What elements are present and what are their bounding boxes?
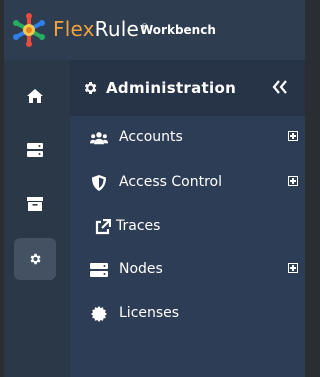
menu-item-accounts[interactable]: Accounts xyxy=(70,120,305,156)
brand-flex: Flex xyxy=(53,17,95,41)
menu-label-accounts: Accounts xyxy=(119,129,183,145)
admin-panel-header: Administration xyxy=(70,60,305,116)
expand-icon[interactable] xyxy=(288,176,298,186)
external-link-icon xyxy=(94,218,112,236)
admin-panel: Administration Accounts Access Control T… xyxy=(70,60,305,377)
double-chevron-left-icon xyxy=(272,80,287,94)
menu-item-nodes[interactable]: Nodes xyxy=(70,252,305,288)
menu-item-traces[interactable]: Traces xyxy=(70,209,305,245)
flexrule-logo xyxy=(13,13,45,47)
users-icon xyxy=(90,129,108,147)
gear-icon xyxy=(30,253,41,265)
gear-icon xyxy=(84,82,97,94)
rail-servers-button[interactable] xyxy=(14,129,56,171)
menu-item-access-control[interactable]: Access Control xyxy=(70,165,305,201)
archive-icon xyxy=(27,197,43,211)
server-icon xyxy=(90,261,108,279)
rail-archive-button[interactable] xyxy=(14,183,56,225)
app-subtitle: Workbench xyxy=(140,23,216,37)
shield-icon xyxy=(90,174,108,192)
menu-label-traces: Traces xyxy=(116,218,161,234)
menu-item-licenses[interactable]: Licenses xyxy=(70,296,305,332)
collapse-panel-button[interactable] xyxy=(270,76,290,98)
expand-icon[interactable] xyxy=(288,263,298,273)
app-window: FlexRule® Workbench Administration Accou… xyxy=(4,0,305,377)
menu-label-access-control: Access Control xyxy=(119,174,222,190)
panel-title: Administration xyxy=(106,79,237,97)
rail-home-button[interactable] xyxy=(14,75,56,117)
home-icon xyxy=(27,89,43,103)
rail-admin-button[interactable] xyxy=(14,238,56,280)
menu-label-nodes: Nodes xyxy=(119,261,163,277)
expand-icon[interactable] xyxy=(288,131,298,141)
server-icon xyxy=(27,143,43,157)
menu-label-licenses: Licenses xyxy=(119,305,180,321)
brand-rule: Rule xyxy=(94,17,139,41)
top-bar: FlexRule® Workbench xyxy=(4,0,305,60)
certificate-icon xyxy=(90,305,108,323)
icon-rail xyxy=(4,60,70,377)
brand-name[interactable]: FlexRule® xyxy=(53,17,149,41)
